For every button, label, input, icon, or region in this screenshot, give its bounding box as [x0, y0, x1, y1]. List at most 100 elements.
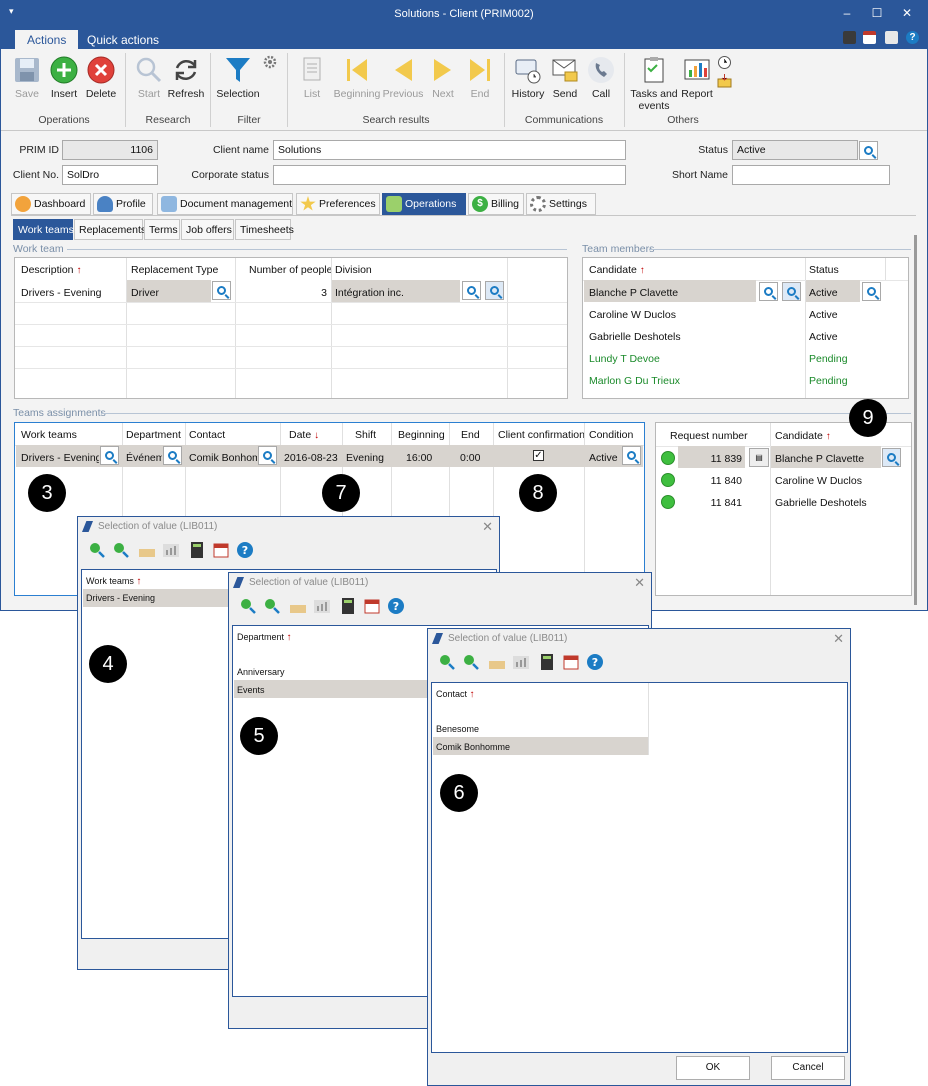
department-search-button[interactable]: [163, 446, 182, 465]
status-search-button[interactable]: [859, 141, 878, 160]
column-header[interactable]: Candidate ↑: [775, 430, 831, 442]
tab-billing[interactable]: $ Billing: [468, 193, 524, 215]
tab-quick-actions[interactable]: Quick actions: [75, 30, 171, 49]
table-cell[interactable]: Evening: [346, 452, 384, 464]
help-icon[interactable]: ?: [387, 597, 405, 615]
search-next-icon[interactable]: [263, 597, 281, 615]
help-icon[interactable]: ?: [906, 31, 919, 44]
search-next-icon[interactable]: [112, 541, 130, 559]
client-name-field[interactable]: Solutions: [273, 140, 626, 160]
table-cell[interactable]: Intégration inc.: [335, 287, 404, 299]
corporate-status-field[interactable]: [273, 165, 626, 185]
search-green-icon[interactable]: [239, 597, 257, 615]
column-header[interactable]: Request number: [670, 430, 748, 442]
tab-profile[interactable]: Profile: [93, 193, 153, 215]
column-header[interactable]: Work teams ↑: [86, 576, 141, 587]
calendar-icon[interactable]: [212, 541, 230, 559]
lock-icon[interactable]: [885, 31, 898, 44]
list-item[interactable]: Anniversary: [237, 667, 285, 677]
inbox-icon[interactable]: [138, 541, 156, 559]
search-green-icon[interactable]: [88, 541, 106, 559]
status-search-button[interactable]: [862, 282, 881, 301]
tab-operations[interactable]: Operations: [382, 193, 466, 215]
candidate-open-button[interactable]: [782, 282, 801, 301]
tab-settings[interactable]: Settings: [526, 193, 596, 215]
calculator-icon[interactable]: [843, 31, 856, 44]
division-open-button[interactable]: [485, 281, 504, 300]
column-header[interactable]: Date ↓: [289, 429, 319, 441]
cancel-button[interactable]: Cancel: [771, 1056, 845, 1080]
replacement-type-search-button[interactable]: [212, 281, 231, 300]
list-item[interactable]: Events: [237, 685, 265, 695]
column-header[interactable]: Status: [809, 264, 839, 276]
list-item[interactable]: 11 841: [686, 497, 742, 509]
table-cell[interactable]: 16:00: [406, 452, 432, 464]
client-no-field[interactable]: SolDro: [62, 165, 158, 185]
status-field[interactable]: Active: [732, 140, 858, 160]
column-header[interactable]: Contact ↑: [436, 689, 475, 700]
report-chart-icon[interactable]: [313, 597, 331, 615]
column-header[interactable]: Contact: [189, 429, 225, 441]
list-item[interactable]: Blanche P Clavette: [775, 453, 864, 465]
table-cell[interactable]: Événement: [126, 452, 162, 464]
list-item[interactable]: Lundy T Devoe: [589, 353, 660, 365]
report-button[interactable]: Report: [675, 55, 719, 100]
previous-button[interactable]: Previous: [381, 55, 425, 100]
table-cell[interactable]: Active: [589, 452, 618, 464]
division-search-button[interactable]: [462, 281, 481, 300]
list-item[interactable]: Blanche P Clavette: [589, 287, 678, 299]
list-item[interactable]: Comik Bonhomme: [436, 742, 510, 752]
inbox-icon[interactable]: [717, 74, 732, 88]
end-button[interactable]: End: [458, 55, 502, 100]
candidate-search-button[interactable]: [759, 282, 778, 301]
maximize-button[interactable]: ☐: [867, 6, 887, 20]
tasks-and-events-button[interactable]: Tasks and events: [629, 55, 679, 112]
inbox-icon[interactable]: [488, 653, 506, 671]
dialog-close-button[interactable]: ✕: [634, 575, 645, 591]
search-next-icon[interactable]: [462, 653, 480, 671]
request-card-button[interactable]: ▤: [749, 448, 769, 467]
search-green-icon[interactable]: [438, 653, 456, 671]
client-confirmation-checkbox[interactable]: ✓: [533, 450, 544, 461]
delete-button[interactable]: Delete: [79, 55, 123, 100]
report-chart-icon[interactable]: [162, 541, 180, 559]
tab-actions[interactable]: Actions: [15, 30, 79, 49]
short-name-field[interactable]: [732, 165, 890, 185]
table-cell[interactable]: Driver: [131, 287, 159, 299]
list-item[interactable]: 11 839: [686, 453, 742, 465]
column-header[interactable]: Division: [335, 264, 372, 276]
table-cell[interactable]: 2016-08-23: [284, 452, 338, 464]
subtab-timesheets[interactable]: Timesheets: [235, 219, 294, 240]
column-header[interactable]: Condition: [589, 429, 633, 441]
list-item[interactable]: Caroline W Duclos: [775, 475, 862, 487]
subtab-work-teams[interactable]: Work teams: [13, 219, 74, 240]
subtab-replacements[interactable]: Replacements: [74, 219, 146, 240]
table-cell[interactable]: Comik Bonhomme: [189, 452, 257, 464]
calendar-icon[interactable]: [863, 31, 876, 44]
calendar-icon[interactable]: [562, 653, 580, 671]
candidate-open-button[interactable]: [882, 448, 901, 467]
beginning-button[interactable]: Beginning: [332, 55, 382, 100]
calculator-icon[interactable]: [339, 597, 357, 615]
list-item[interactable]: Marlon G Du Trieux: [589, 375, 680, 387]
tab-dashboard[interactable]: Dashboard: [11, 193, 91, 215]
dialog-close-button[interactable]: ✕: [833, 631, 844, 647]
list-item[interactable]: Drivers - Evening: [86, 593, 155, 603]
column-header[interactable]: Description ↑: [21, 264, 81, 276]
work-teams-search-button[interactable]: [100, 446, 119, 465]
tab-document-management[interactable]: Document management: [157, 193, 293, 215]
table-cell[interactable]: Drivers - Evening: [21, 452, 99, 464]
condition-search-button[interactable]: [622, 446, 641, 465]
list-button[interactable]: List: [290, 55, 334, 100]
list-item[interactable]: Pending: [809, 353, 848, 365]
list-item[interactable]: Benesome: [436, 724, 479, 734]
column-header[interactable]: End: [461, 429, 480, 441]
list-item[interactable]: Pending: [809, 375, 848, 387]
table-cell[interactable]: 3: [241, 287, 327, 299]
calendar-icon[interactable]: [363, 597, 381, 615]
column-header[interactable]: Department: [126, 429, 181, 441]
list-item[interactable]: Caroline W Duclos: [589, 309, 676, 321]
refresh-button[interactable]: Refresh: [164, 55, 208, 100]
column-header[interactable]: Work teams: [21, 429, 77, 441]
subtab-terms[interactable]: Terms: [144, 219, 180, 240]
